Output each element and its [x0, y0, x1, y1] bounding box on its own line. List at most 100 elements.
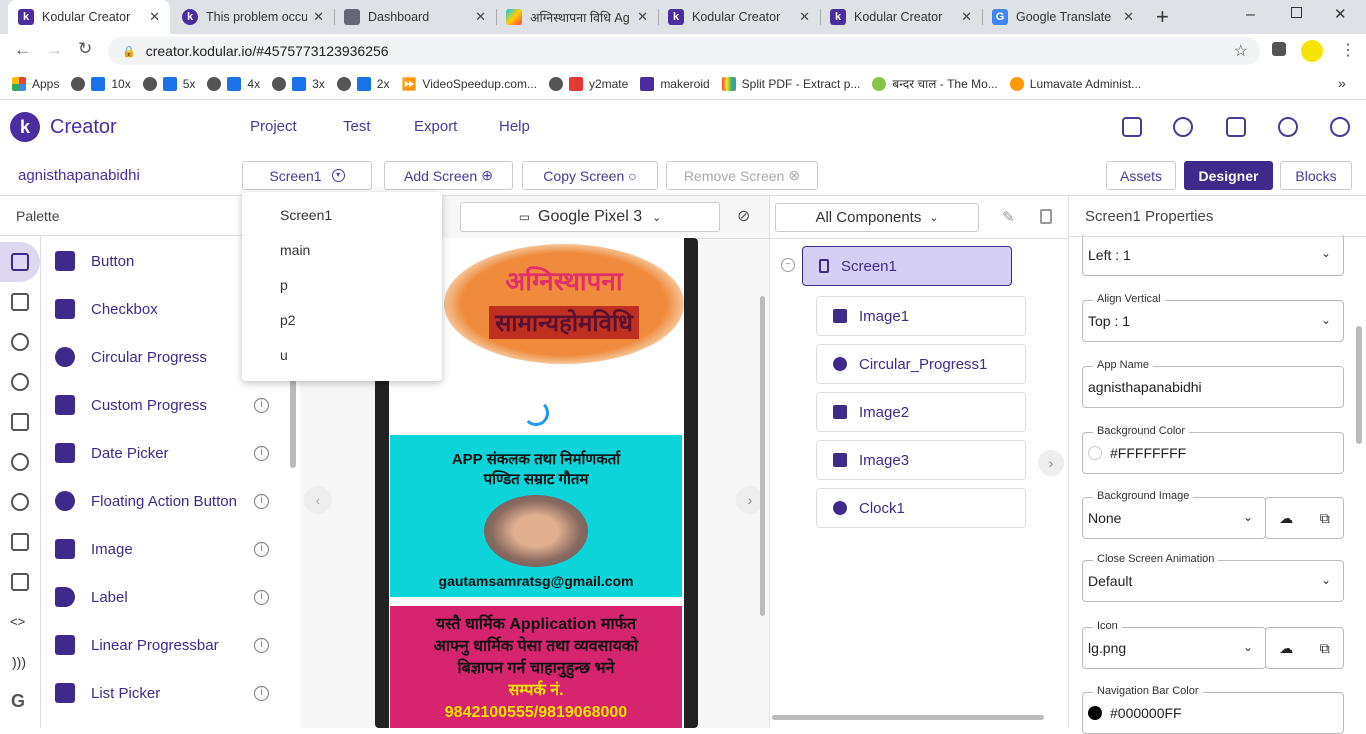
- media-category-icon[interactable]: [11, 333, 29, 351]
- maps-category-icon[interactable]: [11, 413, 29, 431]
- components-scrollbar[interactable]: [772, 715, 1044, 720]
- palette-item[interactable]: List Picker i: [41, 669, 291, 717]
- assets-button[interactable]: Assets: [1106, 161, 1176, 190]
- menu-project[interactable]: Project: [250, 118, 297, 135]
- components-filter-select[interactable]: All Components ⌄: [775, 203, 979, 232]
- bookmark[interactable]: ⏩ VideoSpeedup.com...: [401, 77, 536, 91]
- screen-menu-item[interactable]: main: [242, 227, 442, 262]
- rename-pencil-icon[interactable]: ✎: [1002, 208, 1015, 226]
- google-category-icon[interactable]: G: [11, 691, 25, 712]
- close-tab-icon[interactable]: ✕: [475, 9, 486, 25]
- icon-select[interactable]: Icon lg.png ⌄: [1082, 620, 1266, 669]
- minimize-button[interactable]: –: [1246, 6, 1255, 24]
- align-vertical-select[interactable]: Align Vertical Top : 1 ⌄: [1082, 293, 1344, 342]
- bookmark[interactable]: y2mate: [548, 76, 628, 91]
- drawing-category-icon[interactable]: [11, 373, 29, 391]
- viewer-scrollbar[interactable]: [760, 296, 765, 616]
- profile-avatar[interactable]: [1301, 40, 1323, 62]
- bookmark-star-icon[interactable]: ☆: [1234, 41, 1248, 61]
- designer-button[interactable]: Designer: [1184, 161, 1273, 190]
- browser-tab[interactable]: अग्निस्थापना विधि Ag ✕: [496, 0, 658, 34]
- forward-icon[interactable]: →: [46, 40, 63, 60]
- expand-properties-button[interactable]: ›: [1038, 450, 1064, 476]
- properties-scrollbar[interactable]: [1356, 326, 1362, 444]
- new-tab-button[interactable]: +: [1156, 4, 1169, 30]
- bookmark[interactable]: 2x: [336, 76, 389, 91]
- extensions-icon[interactable]: [1272, 42, 1286, 56]
- scroll-left-button[interactable]: ‹: [304, 486, 332, 514]
- browser-tab[interactable]: G Google Translate ✕: [982, 0, 1144, 34]
- palette-item[interactable]: Label i: [41, 573, 291, 621]
- palette-item[interactable]: Date Picker i: [41, 429, 291, 477]
- add-screen-button[interactable]: Add Screen ⊕: [384, 161, 513, 190]
- info-icon[interactable]: i: [254, 397, 269, 413]
- tree-node[interactable]: Circular_Progress1: [816, 344, 1026, 384]
- layout-category-icon[interactable]: [11, 293, 29, 311]
- info-icon[interactable]: i: [254, 445, 269, 461]
- image1-banner[interactable]: अग्निस्थापना सामान्यहोमविधि: [444, 244, 684, 364]
- code-category-icon[interactable]: <>: [10, 614, 25, 629]
- tree-node[interactable]: Image1: [816, 296, 1026, 336]
- close-tab-icon[interactable]: ✕: [149, 9, 160, 25]
- window-close-button[interactable]: ✕: [1334, 5, 1347, 23]
- screen-menu-item[interactable]: p2: [242, 297, 442, 332]
- info-icon[interactable]: i: [254, 637, 269, 653]
- browser-tab[interactable]: k Kodular Creator ✕: [658, 0, 820, 34]
- palette-item[interactable]: Image i: [41, 525, 291, 573]
- projects-folder-icon[interactable]: [1122, 117, 1142, 137]
- copy-screen-button[interactable]: Copy Screen ○: [522, 161, 658, 190]
- restore-button[interactable]: [1291, 7, 1302, 18]
- social-category-icon[interactable]: [11, 493, 29, 511]
- image3-advert[interactable]: यस्तै धार्मिक Application मार्फत आफ्नु ध…: [390, 606, 682, 728]
- device-select[interactable]: ▭ Google Pixel 3 ⌄: [460, 202, 720, 232]
- screen-select[interactable]: Screen1 ▾: [242, 161, 372, 190]
- bookmark-apps[interactable]: Apps: [12, 76, 59, 91]
- bookmark[interactable]: बन्दर चाल - The Mo...: [872, 75, 998, 92]
- menu-test[interactable]: Test: [343, 118, 371, 135]
- app-name-input[interactable]: App Name agnisthapanabidhi: [1082, 359, 1344, 408]
- close-tab-icon[interactable]: ✕: [1123, 9, 1134, 25]
- upload-cloud-icon[interactable]: ☁: [1279, 640, 1293, 657]
- collapse-icon[interactable]: −: [781, 258, 795, 272]
- kodular-logo-icon[interactable]: k: [10, 112, 40, 142]
- palette-item[interactable]: Custom Progress i: [41, 381, 291, 429]
- screen-menu-item[interactable]: u: [242, 332, 442, 367]
- bookmark[interactable]: 3x: [272, 76, 325, 91]
- close-tab-icon[interactable]: ✕: [961, 9, 972, 25]
- background-image-select[interactable]: Background Image None ⌄: [1082, 490, 1266, 539]
- bookmark[interactable]: 5x: [142, 76, 195, 91]
- image2-credits[interactable]: APP संकलक तथा निर्माणकर्ता पण्डित सम्राट…: [390, 435, 682, 597]
- reload-icon[interactable]: ↻: [78, 39, 92, 59]
- open-external-icon[interactable]: ⧉: [1320, 640, 1330, 657]
- browser-tab[interactable]: k Kodular Creator ✕: [820, 0, 982, 34]
- menu-help[interactable]: Help: [499, 118, 530, 135]
- menu-export[interactable]: Export: [414, 118, 457, 135]
- blocks-button[interactable]: Blocks: [1280, 161, 1352, 190]
- align-horizontal-select[interactable]: Left : 1 ⌄: [1082, 234, 1344, 276]
- bookmark[interactable]: 4x: [207, 76, 260, 91]
- tree-node[interactable]: Image2: [816, 392, 1026, 432]
- account-icon[interactable]: [1330, 117, 1350, 137]
- sensors-category-icon[interactable]: [11, 453, 29, 471]
- user-interface-category-icon[interactable]: [11, 253, 29, 271]
- tree-node[interactable]: Clock1: [816, 488, 1026, 528]
- tree-node[interactable]: Image3: [816, 440, 1026, 480]
- bookmark[interactable]: 10x: [71, 76, 131, 91]
- open-external-icon[interactable]: ⧉: [1320, 510, 1330, 527]
- info-icon[interactable]: i: [254, 541, 269, 557]
- remove-screen-button[interactable]: Remove Screen ⊗: [666, 161, 818, 190]
- storage-category-icon[interactable]: [11, 533, 29, 551]
- bookmark[interactable]: Split PDF - Extract p...: [721, 76, 860, 91]
- info-icon[interactable]: i: [254, 493, 269, 509]
- palette-item[interactable]: Linear Progressbar i: [41, 621, 291, 669]
- billing-dollar-icon[interactable]: [1278, 117, 1298, 137]
- close-tab-icon[interactable]: ✕: [799, 9, 810, 25]
- close-tab-icon[interactable]: ✕: [313, 9, 324, 25]
- browser-tab[interactable]: k This problem occu ✕: [172, 0, 334, 34]
- browser-tab[interactable]: Dashboard ✕: [334, 0, 496, 34]
- browser-tab[interactable]: k Kodular Creator ✕: [8, 0, 170, 34]
- hidden-components-eye-off-icon[interactable]: ⊘: [737, 206, 750, 226]
- delete-trash-icon[interactable]: [1040, 209, 1052, 224]
- background-color-picker[interactable]: Background Color #FFFFFFFF: [1082, 425, 1344, 474]
- screen-menu-item[interactable]: Screen1: [242, 192, 442, 227]
